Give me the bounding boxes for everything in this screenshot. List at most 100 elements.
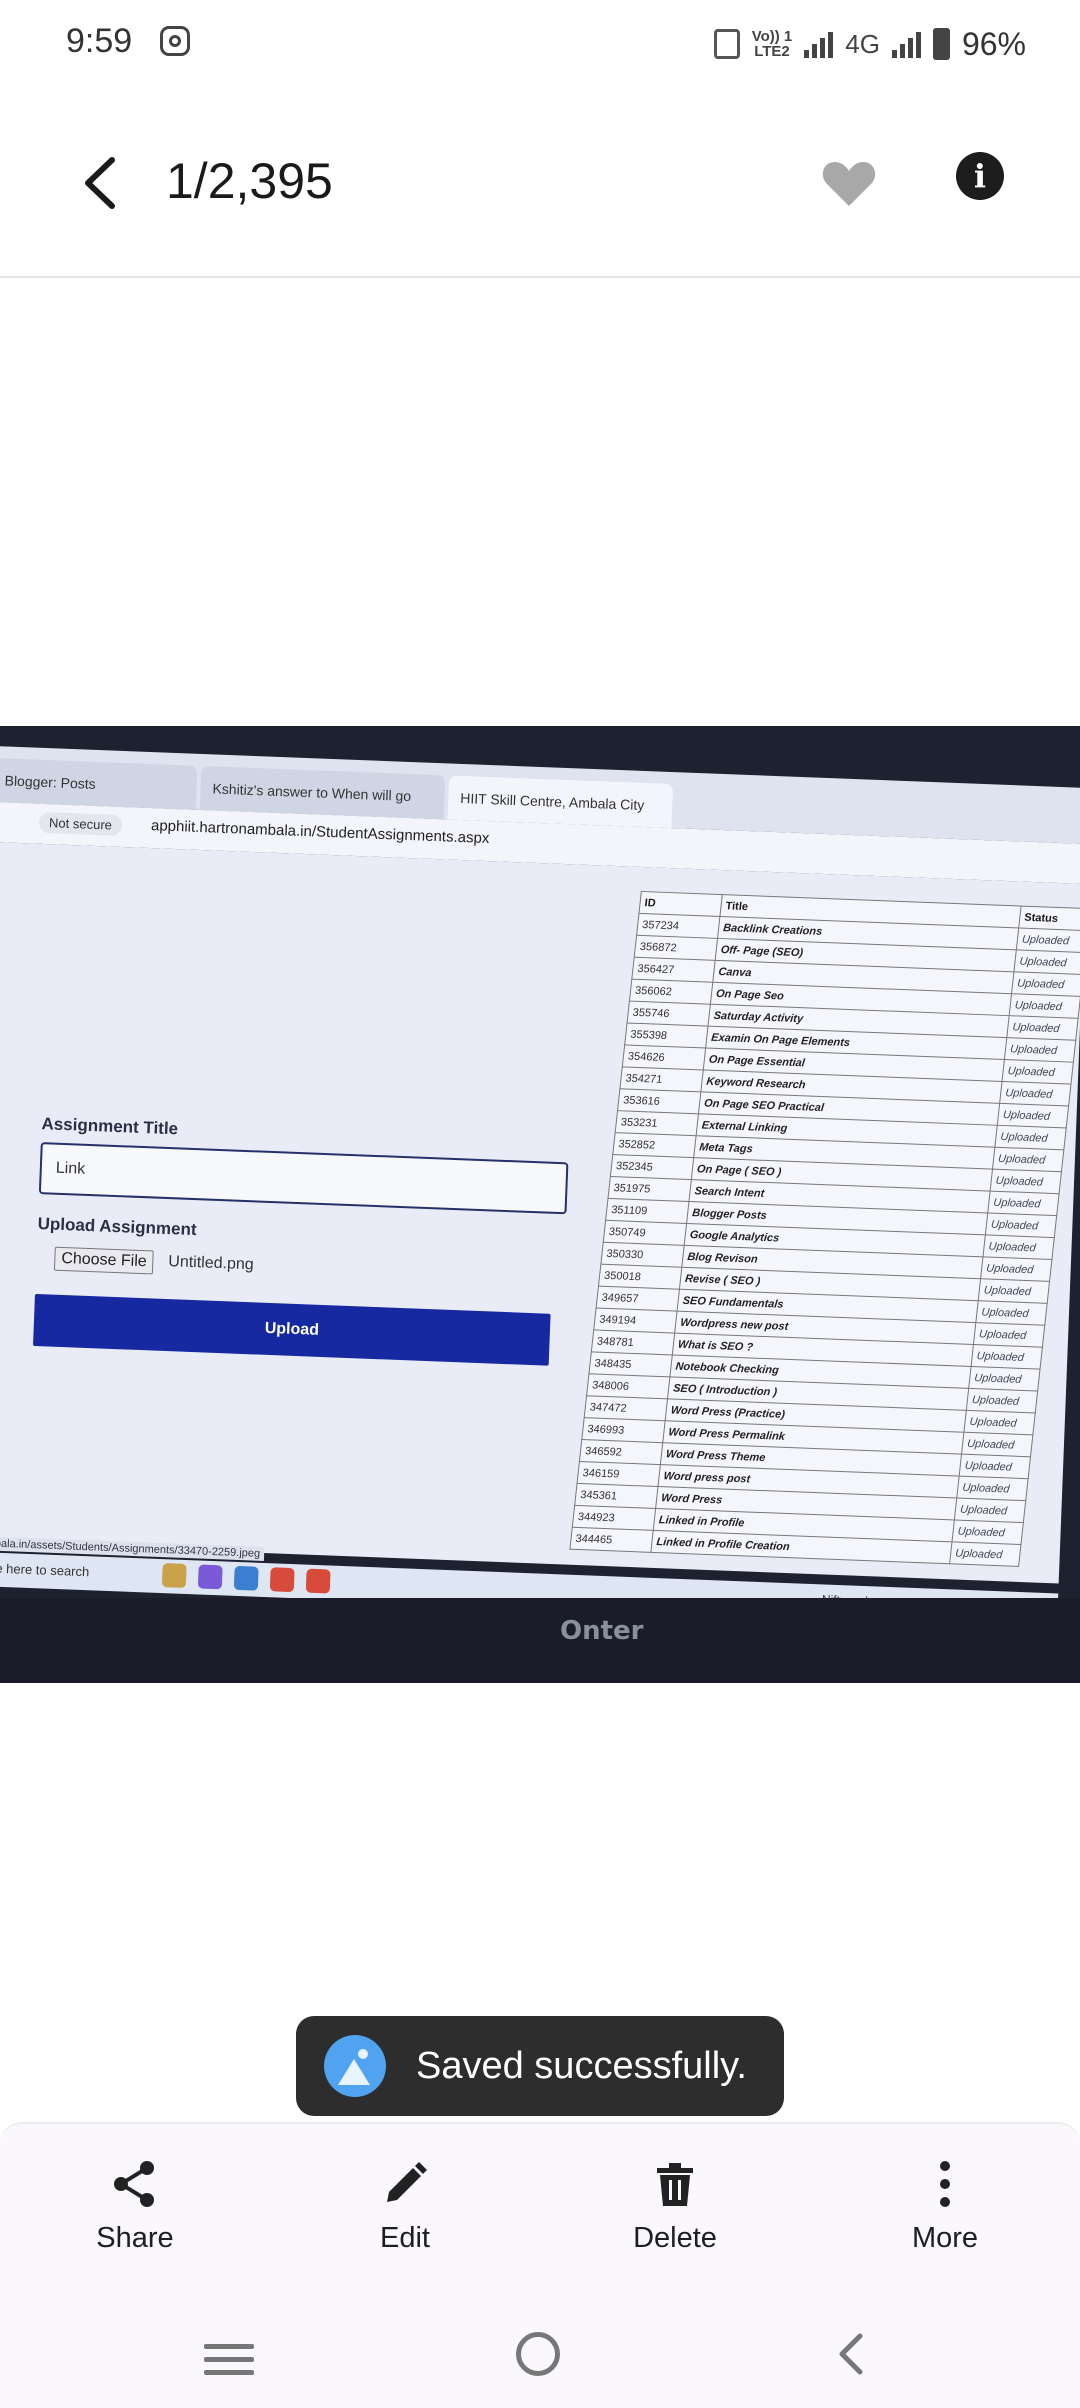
recents-icon bbox=[204, 2344, 254, 2349]
address-url: apphiit.hartronambala.in/StudentAssignme… bbox=[150, 817, 490, 848]
row-status: Uploaded bbox=[990, 1169, 1062, 1194]
row-id: 356427 bbox=[631, 957, 716, 983]
row-id: 352345 bbox=[610, 1154, 694, 1180]
column-header-id: ID bbox=[638, 891, 723, 917]
status-time: 9:59 bbox=[66, 22, 133, 60]
delete-button[interactable]: Delete bbox=[605, 2156, 745, 2255]
row-id: 348781 bbox=[591, 1329, 675, 1355]
row-status: Uploaded bbox=[982, 1234, 1055, 1260]
share-button[interactable]: Share bbox=[65, 2156, 205, 2255]
row-status: Uploaded bbox=[1009, 993, 1080, 1019]
selected-file-name: Untitled.png bbox=[168, 1253, 254, 1274]
volte-indicator: Vo)) 1 LTE2 bbox=[752, 29, 793, 59]
web-page: Assignment Title Link Upload Assignment … bbox=[0, 841, 1080, 1584]
row-id: 353231 bbox=[615, 1110, 699, 1136]
taskbar-app-icon bbox=[161, 1563, 187, 1588]
row-id: 347472 bbox=[584, 1395, 668, 1421]
more-button[interactable]: More bbox=[875, 2156, 1015, 2255]
row-status: Uploaded bbox=[1011, 971, 1080, 997]
more-vertical-icon bbox=[940, 2161, 950, 2207]
vibrate-icon bbox=[713, 29, 740, 59]
info-button[interactable]: i bbox=[956, 152, 1004, 200]
row-status: Uploaded bbox=[994, 1125, 1067, 1150]
row-id: 351975 bbox=[608, 1176, 692, 1202]
monitor-brand-logo: Onter bbox=[560, 1616, 644, 1646]
row-status: Uploaded bbox=[961, 1432, 1033, 1457]
row-id: 344465 bbox=[569, 1527, 654, 1553]
taskbar-app-icon bbox=[197, 1564, 223, 1590]
table-body: 357234 Backlink Creations Uploaded 356872 Of… bbox=[569, 913, 1080, 1567]
nav-back-button[interactable] bbox=[830, 2332, 874, 2376]
volte-line2: LTE2 bbox=[754, 43, 790, 60]
edit-button[interactable]: Edit bbox=[335, 2156, 475, 2255]
row-id: 348006 bbox=[586, 1373, 670, 1399]
row-status: Uploaded bbox=[978, 1278, 1050, 1304]
row-status: Uploaded bbox=[1002, 1059, 1074, 1085]
row-id: 356872 bbox=[634, 935, 718, 961]
photo-viewer[interactable]: Blogger: Posts Kshitiz's answer to When … bbox=[0, 726, 1080, 1683]
network-type: 4G bbox=[845, 28, 880, 59]
row-id: 349194 bbox=[593, 1308, 678, 1334]
row-id: 356062 bbox=[629, 979, 713, 1005]
row-status: Uploaded bbox=[968, 1366, 1041, 1392]
nav-back-icon bbox=[839, 2333, 863, 2375]
system-nav-bar bbox=[0, 2300, 1080, 2408]
row-status: Uploaded bbox=[971, 1344, 1043, 1370]
row-id: 346592 bbox=[579, 1439, 663, 1465]
row-id: 355398 bbox=[624, 1023, 709, 1049]
row-id: 344923 bbox=[572, 1505, 656, 1531]
row-id: 354626 bbox=[622, 1044, 706, 1070]
row-id: 355746 bbox=[627, 1001, 711, 1027]
battery-icon bbox=[932, 28, 950, 60]
row-id: 357234 bbox=[636, 913, 720, 939]
signal-icon bbox=[804, 30, 834, 58]
row-status: Uploaded bbox=[949, 1541, 1021, 1567]
recents-button[interactable] bbox=[204, 2344, 254, 2383]
info-icon: i bbox=[973, 157, 987, 195]
chrome-icon bbox=[305, 1568, 331, 1594]
row-status: Uploaded bbox=[959, 1454, 1031, 1479]
row-status: Uploaded bbox=[975, 1300, 1048, 1326]
row-status: Uploaded bbox=[1013, 949, 1080, 975]
row-id: 345361 bbox=[574, 1483, 658, 1509]
row-status: Uploaded bbox=[997, 1103, 1069, 1128]
volte-line1: Vo)) 1 bbox=[751, 28, 793, 45]
row-id: 350749 bbox=[603, 1220, 687, 1246]
trash-icon bbox=[657, 2163, 693, 2206]
taskbar-app-icon bbox=[233, 1565, 259, 1591]
row-status: Uploaded bbox=[963, 1410, 1036, 1435]
assignment-title-label: Assignment Title bbox=[41, 1114, 179, 1139]
row-status: Uploaded bbox=[966, 1388, 1038, 1413]
row-id: 348435 bbox=[588, 1351, 673, 1377]
home-button[interactable] bbox=[516, 2332, 560, 2376]
row-id: 346993 bbox=[581, 1417, 666, 1443]
row-status: Uploaded bbox=[1006, 1015, 1079, 1041]
signal-2-icon bbox=[891, 30, 921, 58]
back-button[interactable] bbox=[70, 150, 130, 216]
choose-file-button: Choose File bbox=[53, 1246, 155, 1275]
browser-tab: Blogger: Posts bbox=[0, 757, 198, 810]
column-header-status: Status bbox=[1018, 906, 1080, 931]
app-bar: 1/2,395 i bbox=[0, 100, 1080, 278]
upload-assignment-label: Upload Assignment bbox=[37, 1214, 197, 1240]
row-id: 349657 bbox=[596, 1286, 680, 1312]
row-status: Uploaded bbox=[956, 1476, 1029, 1501]
assignment-title-input: Link bbox=[38, 1142, 569, 1215]
delete-label: Delete bbox=[633, 2222, 717, 2254]
pencil-icon bbox=[387, 2162, 427, 2202]
row-id: 354271 bbox=[619, 1066, 704, 1092]
share-label: Share bbox=[96, 2222, 174, 2254]
row-status: Uploaded bbox=[987, 1191, 1060, 1216]
row-id: 350330 bbox=[600, 1242, 685, 1268]
row-status: Uploaded bbox=[1016, 927, 1080, 953]
taskbar-apps bbox=[161, 1563, 331, 1594]
row-status: Uploaded bbox=[973, 1322, 1045, 1348]
row-status: Uploaded bbox=[954, 1498, 1026, 1523]
heart-icon bbox=[822, 162, 876, 206]
favorite-button[interactable] bbox=[820, 154, 878, 212]
photo-content: Blogger: Posts Kshitiz's answer to When … bbox=[0, 746, 1080, 1628]
row-status: Uploaded bbox=[952, 1519, 1024, 1545]
row-id: 346159 bbox=[577, 1461, 661, 1487]
row-id: 351109 bbox=[605, 1198, 689, 1224]
row-id: 352852 bbox=[612, 1132, 697, 1158]
